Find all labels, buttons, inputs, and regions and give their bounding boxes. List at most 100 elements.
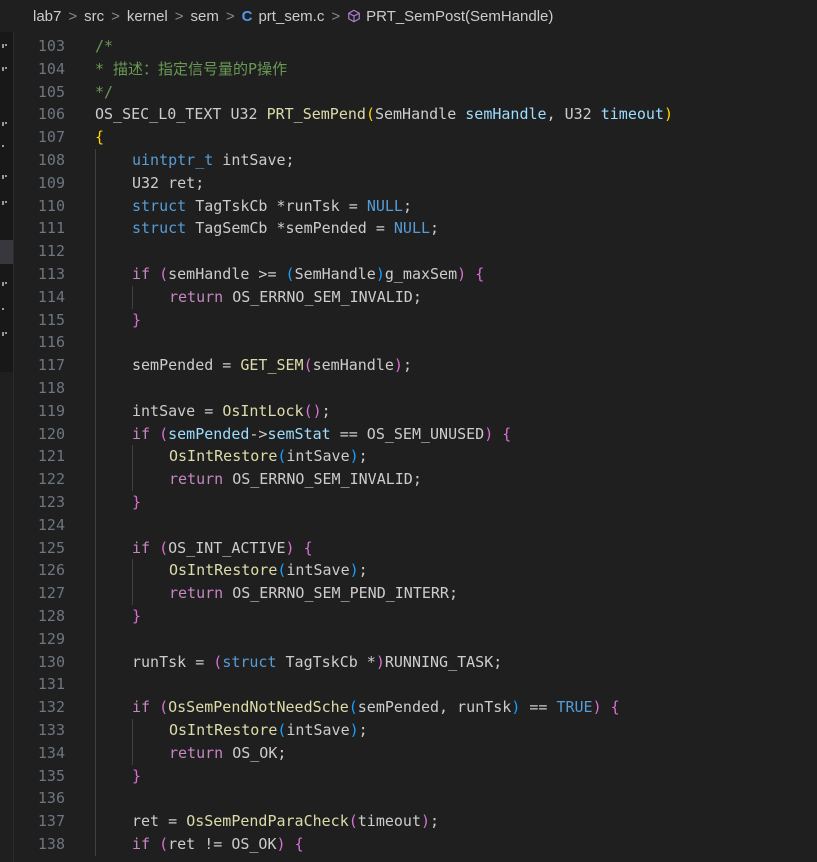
code-token: { xyxy=(303,538,313,557)
code-token: OS_ERRNO_SEM_INVALID; xyxy=(223,470,422,489)
code-token: intSave; xyxy=(213,150,295,169)
code-line[interactable]: 112 xyxy=(14,240,817,263)
code-text: intSave = OsIntLock(); xyxy=(132,400,331,423)
indent-guide xyxy=(95,764,96,788)
code-line[interactable]: 138 if (ret != OS_OK) { xyxy=(14,832,817,856)
line-number: 132 xyxy=(37,698,65,717)
breadcrumb-item-symbol[interactable]: PRT_SemPost(SemHandle) xyxy=(366,8,553,25)
indent-guide xyxy=(132,582,133,605)
code-line[interactable]: 109 U32 ret; xyxy=(14,171,817,195)
line-number: 129 xyxy=(37,629,65,648)
code-line[interactable]: 127 return OS_ERRNO_SEM_PEND_INTERR; xyxy=(14,582,817,605)
code-token: { xyxy=(475,264,485,283)
line-number: 116 xyxy=(37,333,65,352)
code-token: OsIntRestore xyxy=(169,561,278,580)
line-number: 109 xyxy=(37,173,65,192)
breadcrumb-item-lab7[interactable]: lab7 xyxy=(33,8,61,25)
line-number: 117 xyxy=(37,356,65,375)
code-token: { xyxy=(502,424,512,443)
line-number: 103 xyxy=(37,37,65,55)
code-line[interactable]: 128} xyxy=(14,604,817,628)
code-line[interactable]: 129 xyxy=(14,627,817,651)
code-line[interactable]: 111 struct TagSemCb *semPended = NULL; xyxy=(14,217,817,241)
code-text: ret = OsSemPendParaCheck(timeout); xyxy=(132,810,439,833)
code-line[interactable]: 103 /* xyxy=(14,35,817,58)
code-token: ) xyxy=(276,834,286,853)
code-line[interactable]: 105 */ xyxy=(14,81,817,104)
code-token: SemHandle xyxy=(294,264,376,283)
code-line[interactable]: 106 OS_SEC_L0_TEXT U32 PRT_SemPend(SemHan… xyxy=(14,103,817,126)
code-token: if xyxy=(132,834,151,853)
code-token: ( xyxy=(348,698,358,717)
indent-guide xyxy=(95,148,96,172)
code-text: OsIntRestore(intSave); xyxy=(169,559,368,582)
code-line[interactable]: 115} xyxy=(14,308,817,332)
code-token: NULL xyxy=(393,219,431,238)
code-token: ) xyxy=(375,264,385,283)
line-number: 133 xyxy=(37,720,65,739)
code-line[interactable]: 123} xyxy=(14,490,817,514)
code-line[interactable]: 113 if (semHandle >= (SemHandle)g_maxSem)… xyxy=(14,262,817,286)
code-token: ( xyxy=(159,264,169,283)
code-text: * 描述：指定信号量的P操作 xyxy=(95,58,287,81)
code-token: TagTskCb *runTsk = xyxy=(186,196,367,215)
breadcrumb-item-src[interactable]: src xyxy=(84,8,104,25)
code-line[interactable]: 121 OsIntRestore(intSave); xyxy=(14,445,817,469)
breadcrumb-item-sem[interactable]: sem xyxy=(191,8,219,25)
line-number: 118 xyxy=(37,378,65,397)
code-token: -> xyxy=(249,424,268,443)
indent-guide xyxy=(95,376,96,400)
code-token: ) xyxy=(349,447,359,466)
code-line[interactable]: 125 if (OS_INT_ACTIVE) { xyxy=(14,536,817,560)
indent-guide xyxy=(95,832,96,856)
code-line[interactable]: 135} xyxy=(14,764,817,788)
indent-guide xyxy=(95,262,96,286)
code-token: intSave xyxy=(286,720,350,739)
code-token: ) xyxy=(349,720,359,739)
code-text: return OS_ERRNO_SEM_INVALID; xyxy=(169,286,422,309)
indent-guide xyxy=(95,673,96,697)
code-line[interactable]: 130 runTsk = (struct TagTskCb *)RUNNING_T… xyxy=(14,650,817,674)
code-line[interactable]: 104 * 描述：指定信号量的P操作 xyxy=(14,58,817,81)
code-text: semPended = GET_SEM(semHandle); xyxy=(132,354,412,377)
code-line[interactable]: 133 OsIntRestore(intSave); xyxy=(14,718,817,742)
code-token: , U32 xyxy=(546,105,601,124)
code-line[interactable]: 118 xyxy=(14,376,817,400)
code-line[interactable]: 132 if (OsSemPendNotNeedSche(semPended, r… xyxy=(14,696,817,719)
breadcrumb-item-kernel[interactable]: kernel xyxy=(127,8,168,25)
indent-guide xyxy=(95,217,96,241)
line-number: 110 xyxy=(37,196,65,215)
code-line[interactable]: 137 ret = OsSemPendParaCheck(timeout); xyxy=(14,810,817,833)
code-token: ) xyxy=(484,424,494,443)
code-line[interactable]: 107 { xyxy=(14,126,817,149)
code-line[interactable]: 117 semPended = GET_SEM(semHandle); xyxy=(14,354,817,377)
code-line[interactable]: 124 xyxy=(14,513,817,537)
code-token: if xyxy=(132,538,151,557)
code-line[interactable]: 116 xyxy=(14,331,817,355)
ellipsis-icon xyxy=(2,282,10,286)
code-token: } xyxy=(132,606,142,625)
code-token: /* xyxy=(95,37,114,55)
code-line[interactable]: 134 return OS_OK; xyxy=(14,741,817,765)
indent-guide xyxy=(95,399,96,423)
code-line[interactable]: 119 intSave = OsIntLock(); xyxy=(14,399,817,423)
code-line[interactable]: 136 xyxy=(14,787,817,811)
line-number: 105 xyxy=(37,82,65,101)
code-line[interactable]: 110 struct TagTskCb *runTsk = NULL; xyxy=(14,194,817,218)
code-token: OS_ERRNO_SEM_PEND_INTERR; xyxy=(223,584,458,603)
code-line[interactable]: 108 uintptr_t intSave; xyxy=(14,148,817,172)
code-line[interactable]: 126 OsIntRestore(intSave); xyxy=(14,559,817,583)
code-line[interactable]: 122 return OS_ERRNO_SEM_INVALID; xyxy=(14,468,817,491)
code-line[interactable]: 131 xyxy=(14,673,817,697)
code-token: timeout xyxy=(357,812,421,831)
breadcrumb-item-file[interactable]: prt_sem.c xyxy=(258,8,324,25)
breadcrumb-separator: > xyxy=(174,7,184,25)
code-editor[interactable]: 103 /* 104 * 描述：指定信号量的P操作 105 */ 106 OS_SEC_L0_… xyxy=(14,35,817,856)
code-line[interactable]: 114 return OS_ERRNO_SEM_INVALID; xyxy=(14,285,817,309)
code-token: return xyxy=(169,287,224,306)
code-line[interactable]: 120 if (semPended->semStat == OS_SEM_UNUS… xyxy=(14,422,817,446)
selected-explorer-item[interactable] xyxy=(0,240,13,264)
